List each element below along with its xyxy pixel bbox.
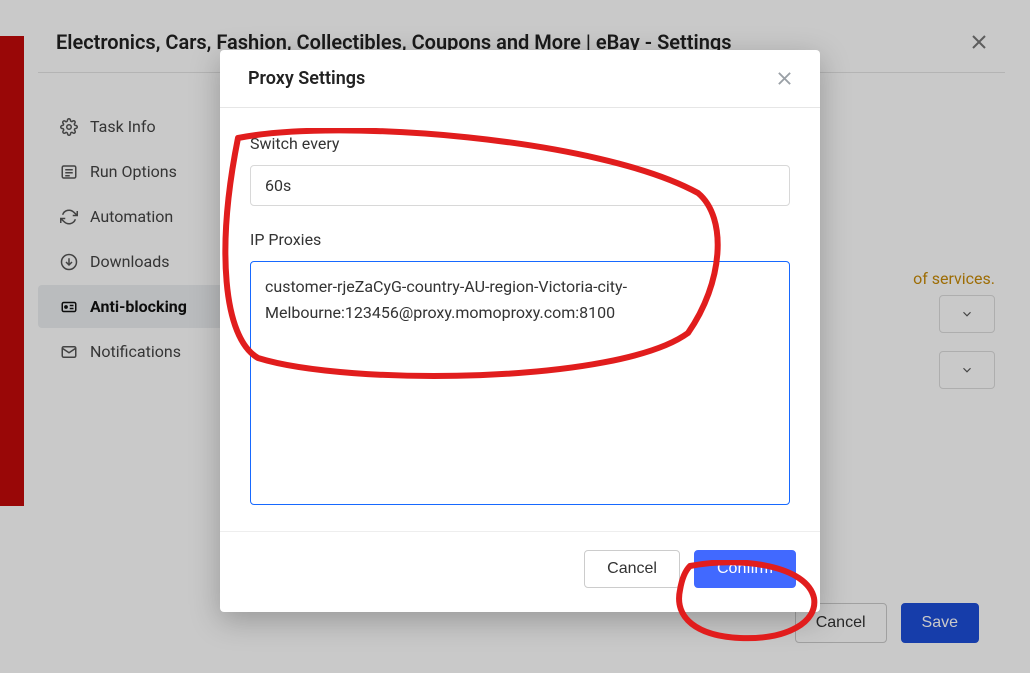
modal-header: Proxy Settings [220,50,820,108]
cancel-button[interactable]: Cancel [584,550,680,588]
modal-body: Switch every IP Proxies [220,108,820,521]
modal-footer: Cancel Confirm [220,531,820,612]
close-icon[interactable] [777,71,792,86]
switch-every-label: Switch every [250,134,790,153]
switch-every-input[interactable] [250,165,790,206]
ip-proxies-label: IP Proxies [250,230,790,249]
modal-title: Proxy Settings [248,68,365,89]
ip-proxies-textarea[interactable] [250,261,790,505]
confirm-button[interactable]: Confirm [694,550,796,588]
proxy-settings-modal: Proxy Settings Switch every IP Proxies C… [220,50,820,612]
page-background: Electronics, Cars, Fashion, Collectibles… [0,0,1030,673]
